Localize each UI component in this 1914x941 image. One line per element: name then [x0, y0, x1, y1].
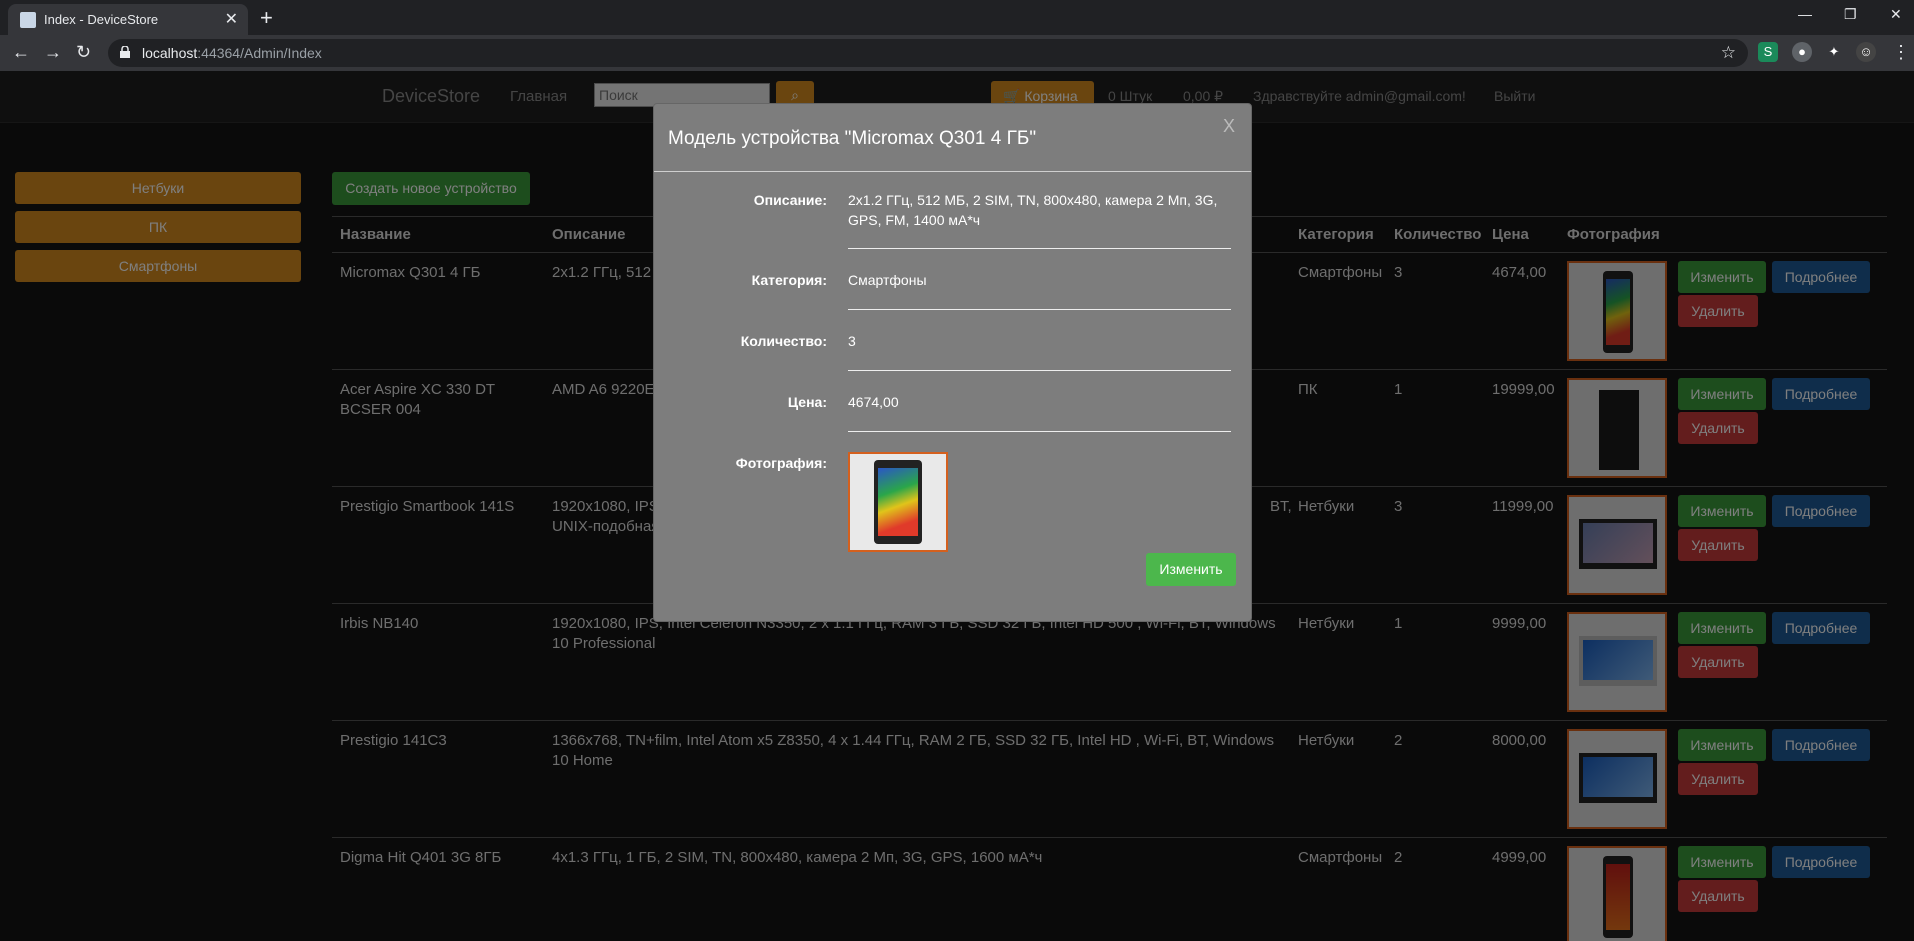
label-quantity: Количество: — [740, 333, 827, 349]
restore-icon[interactable]: ❐ — [1844, 6, 1857, 23]
divider — [654, 171, 1251, 172]
browser-tab[interactable]: Index - DeviceStore ✕ — [8, 4, 248, 35]
value-description: 2x1.2 ГГц, 512 МБ, 2 SIM, TN, 800x480, к… — [848, 192, 1218, 228]
back-icon[interactable]: ← — [12, 42, 30, 63]
value-quantity: 3 — [848, 333, 856, 349]
profile-avatar-icon[interactable]: ☺ — [1856, 42, 1876, 62]
device-details-modal: Модель устройства "Micromax Q301 4 ГБ" X… — [653, 103, 1252, 622]
reload-icon[interactable]: ↻ — [76, 42, 91, 63]
tab-title: Index - DeviceStore — [44, 12, 159, 27]
bookmark-star-icon[interactable]: ☆ — [1721, 43, 1736, 63]
divider — [848, 431, 1231, 432]
browser-tabbar: Index - DeviceStore ✕ + — ❐ ✕ — [0, 0, 1914, 35]
browser-toolbar: ← → ↻ localhost:44364/Admin/Index ☆ S ● … — [0, 35, 1914, 71]
page-icon — [20, 12, 36, 28]
plus-icon[interactable]: + — [260, 5, 273, 31]
puzzle-icon[interactable]: ✦ — [1824, 42, 1844, 62]
label-category: Категория: — [751, 272, 827, 288]
url-text: localhost:44364/Admin/Index — [142, 45, 322, 61]
address-bar[interactable]: localhost:44364/Admin/Index ☆ — [108, 39, 1748, 67]
divider — [848, 248, 1231, 249]
device-photo — [848, 452, 948, 552]
menu-kebab-icon[interactable]: ⋮ — [1892, 42, 1910, 63]
extension-s-icon[interactable]: S — [1758, 42, 1778, 62]
divider — [848, 309, 1231, 310]
forward-icon[interactable]: → — [44, 42, 62, 63]
value-price: 4674,00 — [848, 394, 899, 410]
modal-title: Модель устройства "Micromax Q301 4 ГБ" — [668, 128, 1037, 149]
close-icon[interactable]: ✕ — [225, 9, 238, 29]
label-photo: Фотография: — [735, 455, 827, 471]
label-price: Цена: — [787, 394, 827, 410]
label-description: Описание: — [753, 192, 827, 208]
divider — [848, 370, 1231, 371]
value-category: Смартфоны — [848, 272, 927, 288]
modal-edit-button[interactable]: Изменить — [1146, 553, 1236, 586]
minimize-icon[interactable]: — — [1798, 6, 1812, 22]
lock-icon — [120, 46, 130, 58]
close-icon[interactable]: X — [1223, 116, 1235, 137]
extension-circle-icon[interactable]: ● — [1792, 42, 1812, 62]
close-window-icon[interactable]: ✕ — [1890, 6, 1902, 23]
